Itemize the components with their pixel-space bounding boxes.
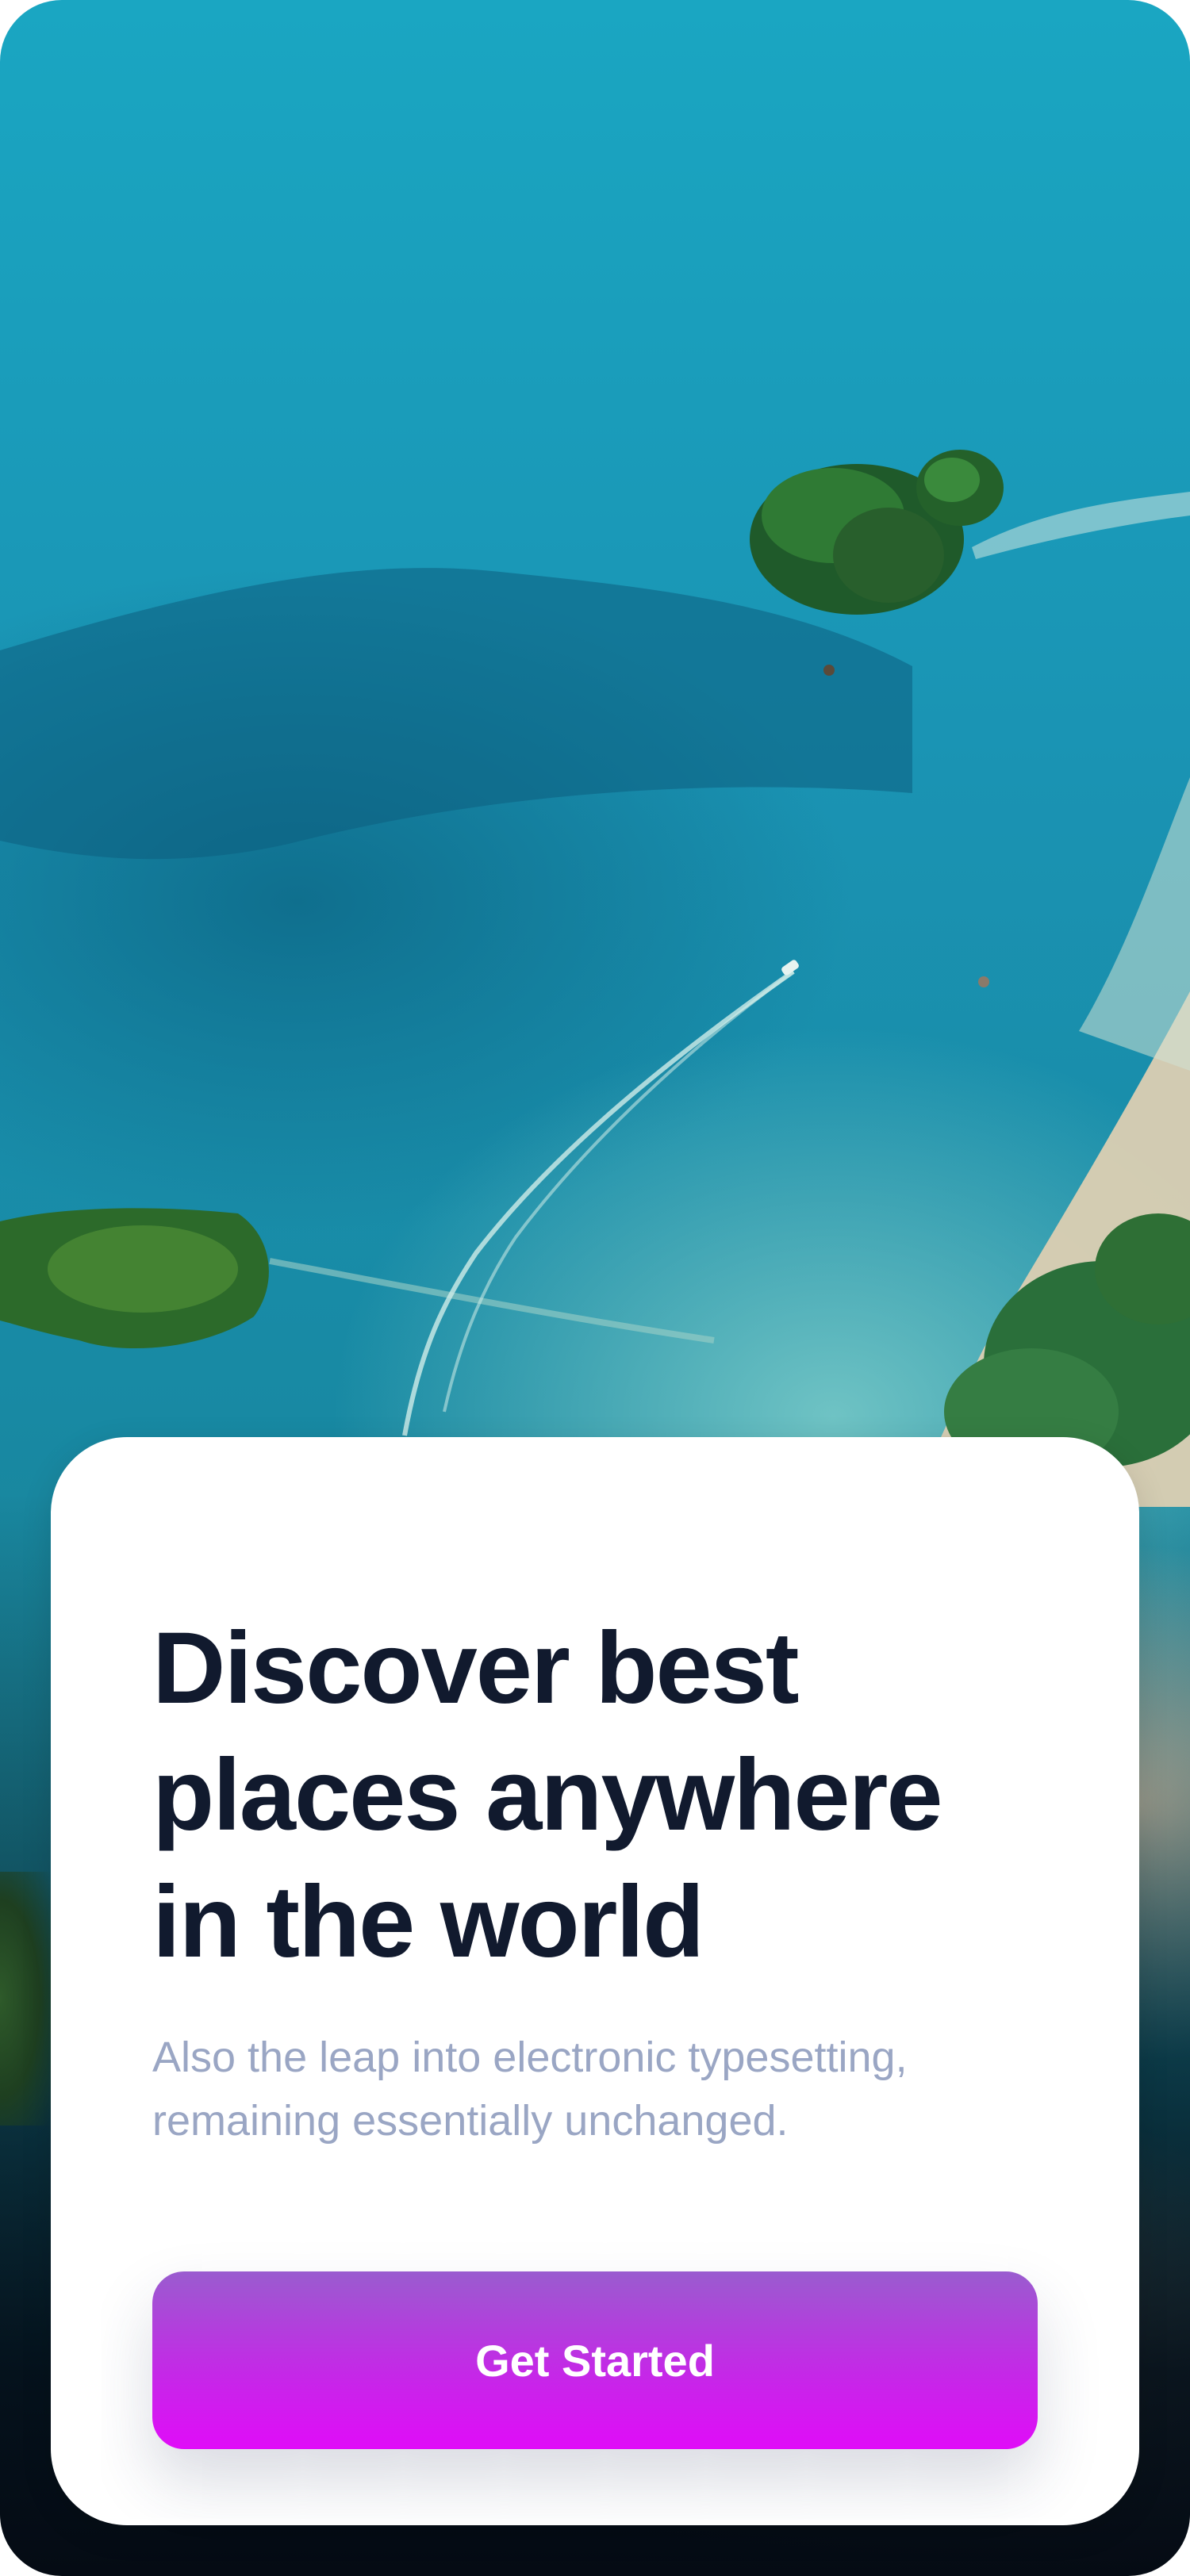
description-line-2: remaining essentially unchanged. <box>152 2097 789 2145</box>
foliage-edge <box>0 1872 51 2126</box>
content-card: Discover best places anywhere in the wor… <box>51 1437 1139 2525</box>
island-top-right <box>750 450 1190 615</box>
get-started-button[interactable]: Get Started <box>152 2271 1038 2449</box>
hero-aerial-image <box>0 450 1190 1507</box>
description: Also the leap into electronic typesettin… <box>152 2026 1065 2152</box>
boat-with-wake <box>402 960 799 1436</box>
headline-line-1: Discover best <box>152 1612 799 1725</box>
island-left <box>0 1208 715 1348</box>
small-rock <box>823 665 835 676</box>
small-boat <box>978 976 989 987</box>
description-line-1: Also the leap into electronic typesettin… <box>152 2034 908 2081</box>
headline-line-2: places anywhere <box>152 1738 943 1852</box>
headline-line-3: in the world <box>152 1865 704 1979</box>
onboarding-screen: Discover best places anywhere in the wor… <box>0 0 1190 2576</box>
headline: Discover best places anywhere in the wor… <box>152 1605 1065 1986</box>
